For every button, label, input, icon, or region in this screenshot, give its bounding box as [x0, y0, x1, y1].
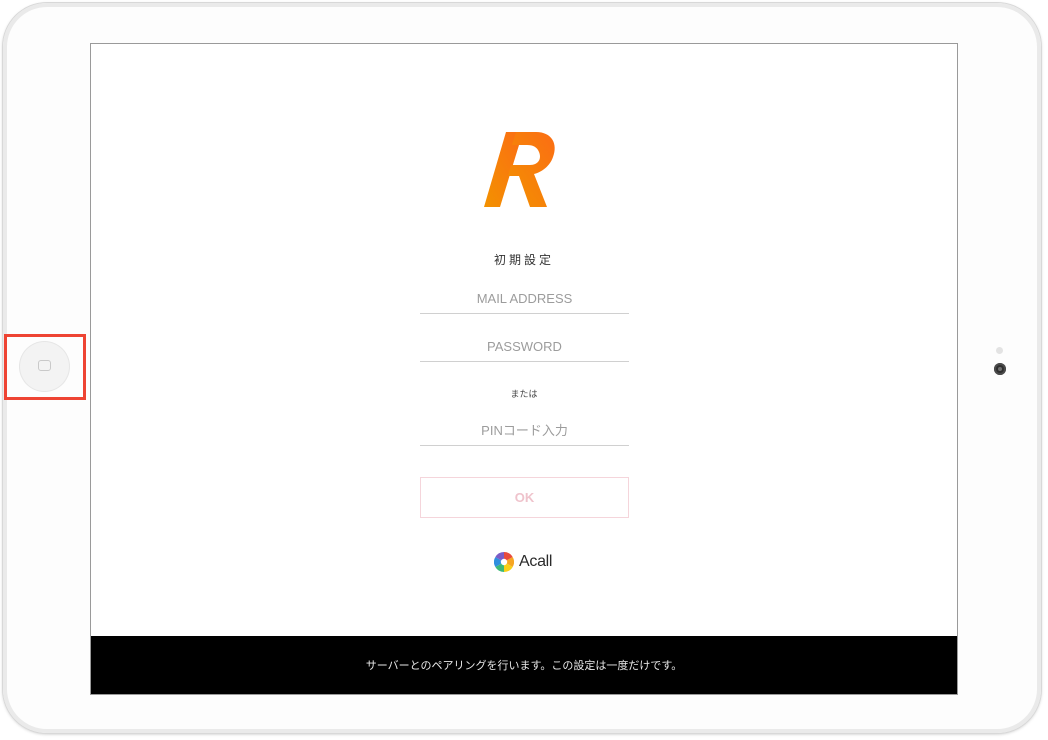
pin-code-field[interactable] — [420, 416, 629, 446]
password-field[interactable] — [420, 332, 629, 362]
home-button-icon — [38, 360, 51, 371]
password-input[interactable] — [420, 332, 629, 361]
home-button[interactable] — [19, 341, 70, 392]
acall-brand: Acall — [494, 550, 552, 574]
or-separator-text: または — [510, 390, 538, 400]
mail-address-field[interactable] — [420, 284, 629, 314]
ok-button[interactable]: OK — [420, 477, 629, 518]
footer-message: サーバーとのペアリングを行います。この設定は一度だけです。 — [365, 659, 683, 672]
r-logo-icon — [484, 132, 555, 207]
page-title: 初期設定 — [493, 253, 554, 267]
mail-address-input[interactable] — [420, 284, 629, 313]
front-camera-icon — [994, 363, 1006, 375]
pin-code-input[interactable] — [420, 416, 629, 445]
acall-brand-name: Acall — [519, 553, 553, 570]
acall-logo-icon — [494, 552, 514, 572]
light-sensor — [996, 347, 1003, 354]
footer-bar: サーバーとのペアリングを行います。この設定は一度だけです。 — [91, 636, 957, 694]
app-screen: 初期設定 または OK Acall サーバーとのペアリングを行います。この設定は… — [90, 43, 958, 695]
